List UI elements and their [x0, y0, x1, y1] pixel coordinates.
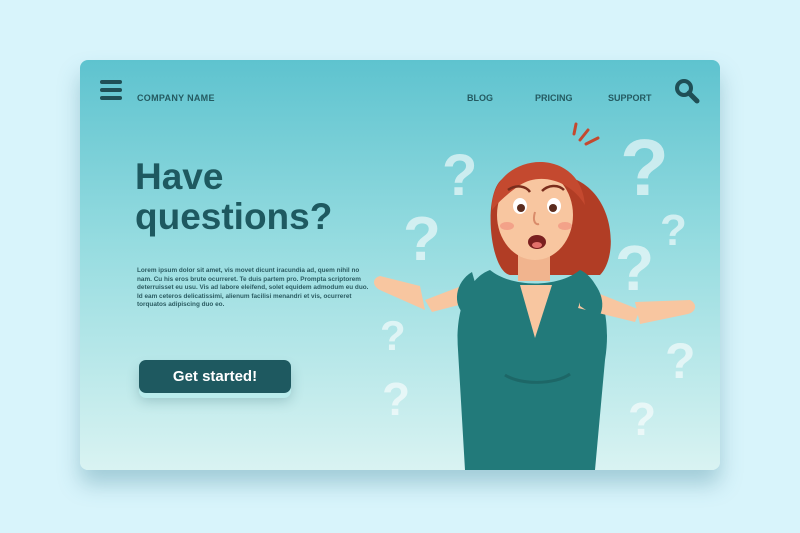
hero-illustration: ? ? ? ? ? ? ? ? ?: [374, 122, 696, 470]
question-mark-icon: ?: [380, 312, 406, 359]
question-mark-icon: ?: [442, 143, 477, 208]
question-mark-icon: ?: [620, 123, 669, 212]
question-mark-icon: ?: [628, 393, 656, 445]
question-mark-icon: ?: [615, 232, 654, 304]
question-mark-icon: ?: [403, 205, 441, 274]
landing-card: COMPANY NAME BLOG PRICING SUPPORT Have q…: [80, 60, 720, 470]
question-mark-icon: ?: [665, 333, 696, 389]
question-mark-icon: ?: [660, 206, 687, 255]
question-mark-icon: ?: [382, 373, 410, 425]
